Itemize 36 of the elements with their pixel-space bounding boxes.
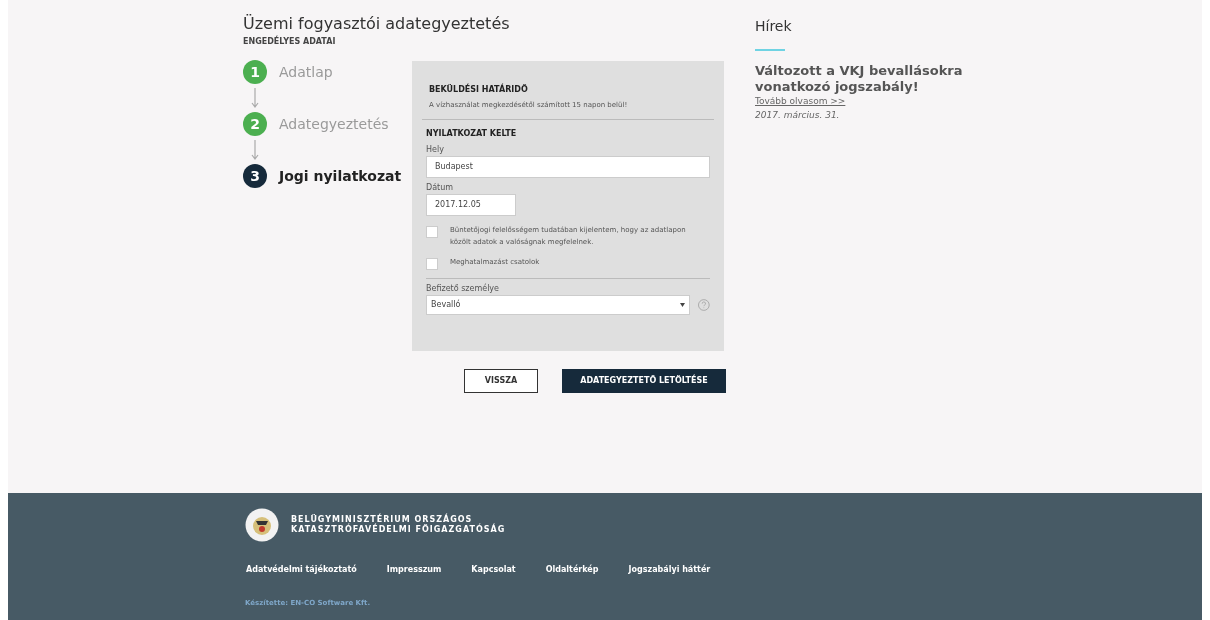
download-button[interactable]: ADATEGYEZTETŐ LETÖLTÉSE bbox=[562, 369, 726, 393]
section-heading: NYILATKOZAT KELTE bbox=[426, 127, 518, 140]
checkbox[interactable] bbox=[426, 257, 438, 270]
footer-link[interactable]: Kapcsolat bbox=[471, 564, 516, 576]
date-field[interactable]: 2017.12.05 bbox=[426, 193, 516, 216]
field-label: Befizető személye bbox=[426, 282, 501, 295]
back-button[interactable]: VISSZA bbox=[464, 369, 538, 393]
help-icon[interactable] bbox=[698, 298, 710, 311]
page-subtitle: ENGEDÉLYES ADATAI bbox=[243, 36, 337, 48]
field-label: Dátum bbox=[426, 181, 455, 194]
down-arrow-icon bbox=[251, 140, 259, 160]
footer-link[interactable]: Adatvédelmi tájékoztató bbox=[246, 564, 357, 576]
payer-select[interactable]: Bevalló bbox=[426, 294, 691, 315]
step-label: Adatlap bbox=[279, 62, 333, 82]
dropdown-caret-icon bbox=[680, 302, 686, 307]
step-label: Adategyeztetés bbox=[279, 114, 389, 134]
field-label: Hely bbox=[426, 143, 445, 156]
checkbox[interactable] bbox=[426, 225, 438, 238]
step-label: Jogi nyilatkozat bbox=[279, 166, 402, 186]
place-field[interactable]: Budapest bbox=[426, 155, 710, 178]
footer-link[interactable]: Oldaltérkép bbox=[545, 564, 599, 576]
read-more-link[interactable]: Tovább olvasom >> bbox=[755, 95, 846, 109]
step-number-badge: 3 bbox=[243, 164, 267, 188]
news-date: 2017. március. 31. bbox=[755, 108, 841, 122]
step-number-badge: 2 bbox=[243, 112, 267, 136]
footer-link[interactable]: Impresszum bbox=[386, 564, 442, 576]
organization-name: BELÜGYMINISZTÉRIUM ORSZÁGOS bbox=[291, 515, 473, 524]
organization-name: KATASZTRÓFAVÉDELMI FŐIGAZGATÓSÁG bbox=[291, 525, 506, 535]
emblem-logo-icon bbox=[245, 508, 279, 542]
section-heading: BEKÜLDÉSI HATÁRIDŐ bbox=[429, 84, 529, 96]
step-number-badge: 1 bbox=[243, 60, 267, 84]
page-title: Üzemi fogyasztói adategyeztetés bbox=[243, 13, 511, 35]
news-heading: Hírek bbox=[755, 17, 793, 36]
news-title: Változott a VKJ bevallásokra vonatkozó jogszabály! bbox=[755, 63, 964, 95]
down-arrow-icon bbox=[251, 88, 259, 108]
footer-link[interactable]: Jogszabályi háttér bbox=[628, 564, 711, 576]
